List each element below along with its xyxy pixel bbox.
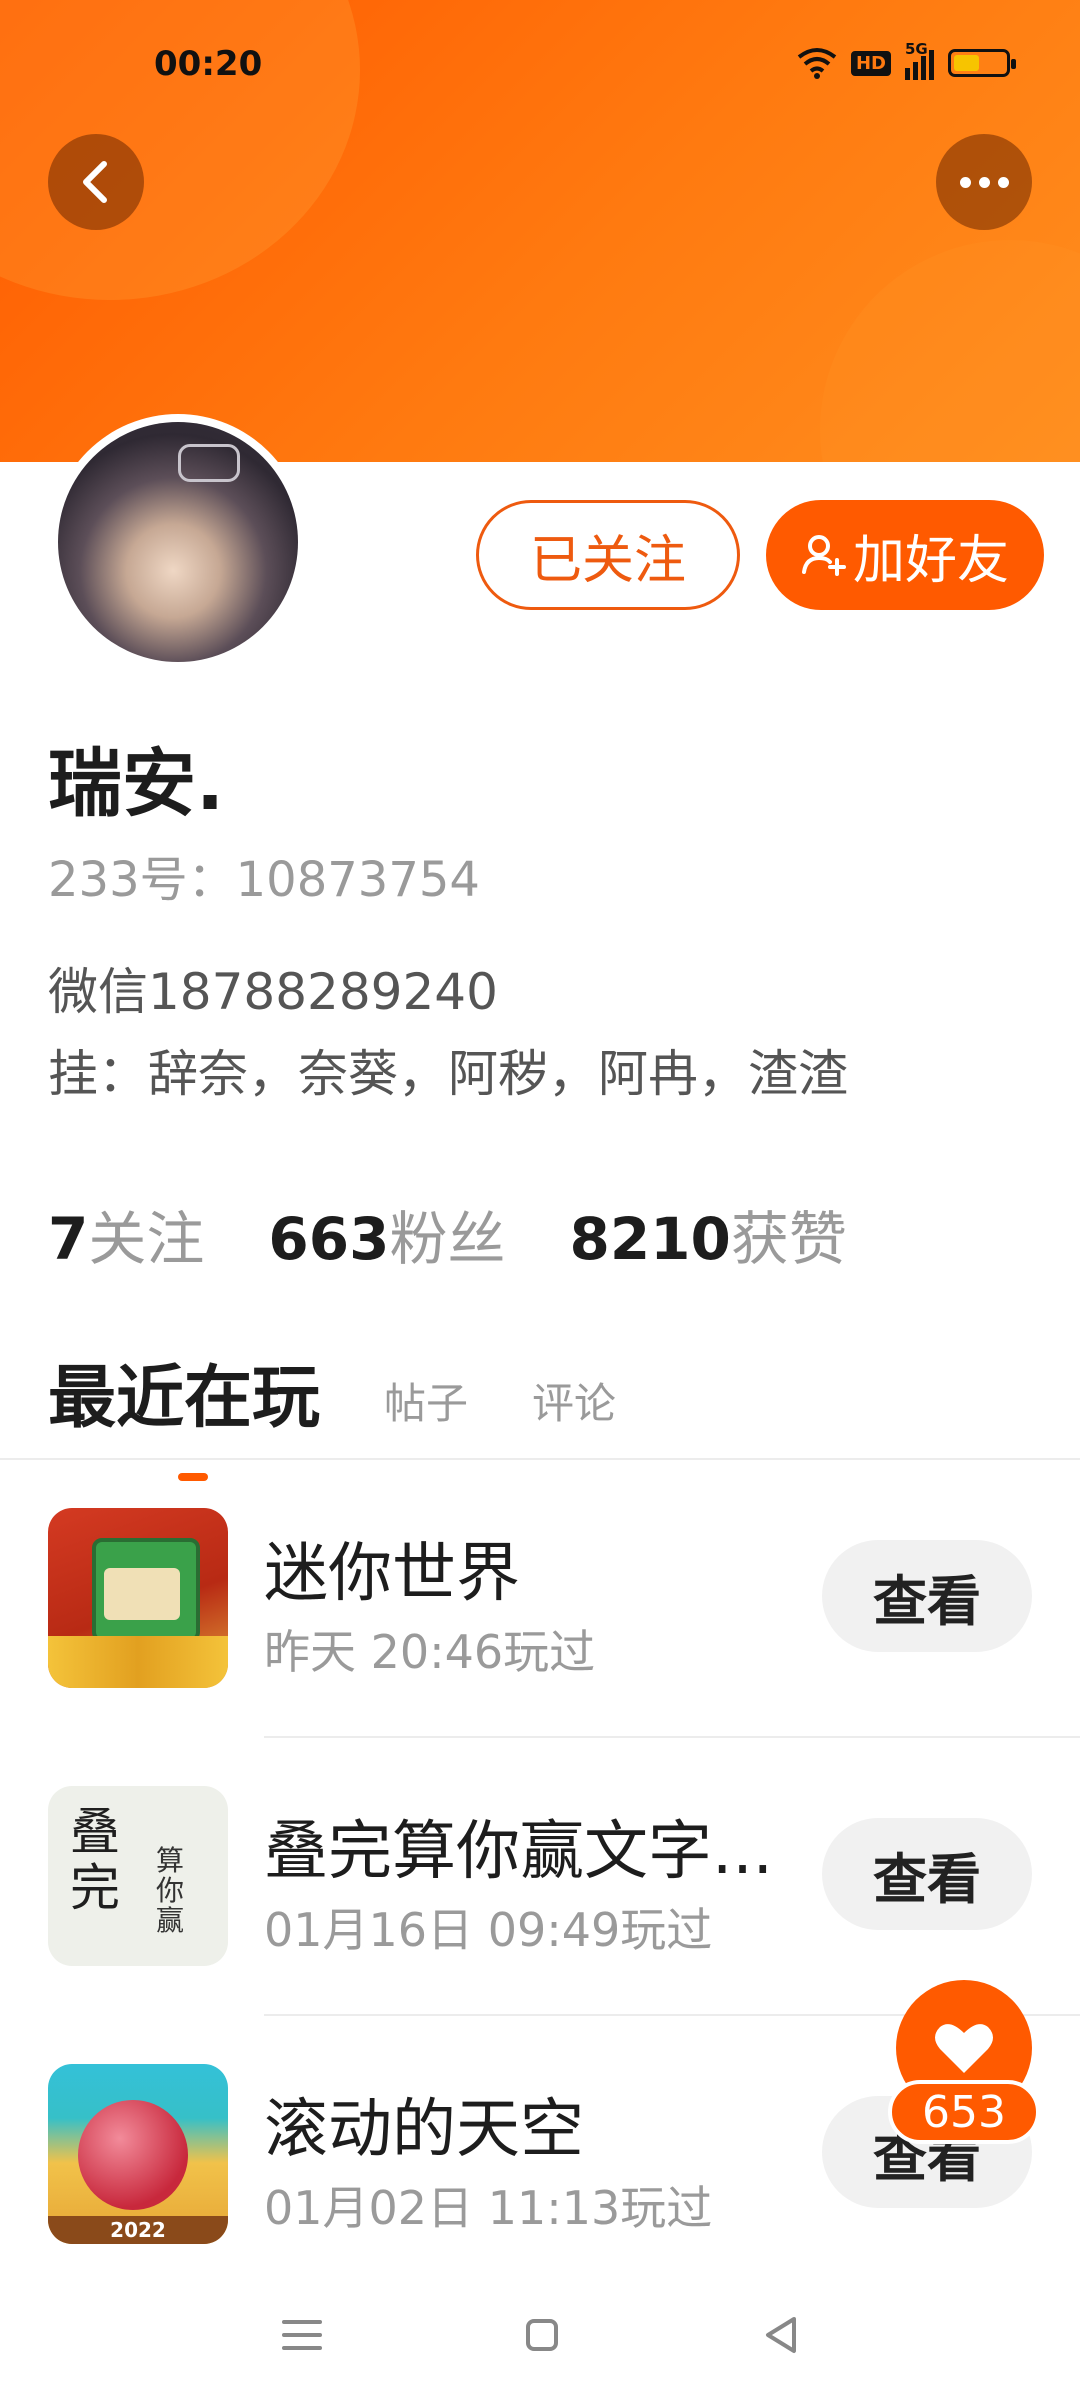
- battery-icon: [948, 49, 1016, 77]
- profile-tabs: 最近在玩 帖子 评论: [48, 1342, 616, 1481]
- game-name: 叠完算你赢文字...: [264, 1815, 774, 1889]
- tab-label: 最近在玩: [48, 1359, 321, 1438]
- followed-label: 已关注: [529, 530, 686, 591]
- game-list-item[interactable]: 迷你世界 昨天 20:46玩过 查看: [0, 1460, 1080, 1738]
- stat-following[interactable]: 7关注: [48, 1192, 204, 1276]
- view-button[interactable]: 查看: [822, 1540, 1032, 1652]
- game-icon-stack-puzzle: 叠完 算你赢: [48, 1786, 228, 1966]
- more-button[interactable]: [936, 134, 1032, 230]
- wifi-icon: [797, 48, 837, 79]
- username: 瑞安.: [48, 741, 225, 827]
- network-type: 5G: [905, 40, 928, 58]
- status-time: 00:20: [154, 44, 263, 84]
- like-count-badge: 653: [888, 2080, 1040, 2144]
- game-icon-mini-world: [48, 1508, 228, 1688]
- stat-value: 8210: [569, 1205, 731, 1273]
- stat-label: 粉丝: [389, 1205, 506, 1273]
- hd-badge: HD: [850, 50, 891, 76]
- bio-line-2: 挂：辞奈，奈葵，阿秽，阿冉，渣渣: [48, 1045, 848, 1103]
- stat-label: 获赞: [730, 1205, 847, 1273]
- game-name: 滚动的天空: [264, 2093, 584, 2167]
- add-friend-label: 加好友: [852, 530, 1009, 591]
- bio-line-1: 微信18788289240: [48, 963, 498, 1021]
- icon-year: 2022: [48, 2216, 228, 2244]
- game-last-played: 01月02日 11:13玩过: [264, 2181, 713, 2235]
- heart-icon: [935, 2024, 993, 2073]
- add-friend-button[interactable]: 加好友: [766, 500, 1044, 610]
- add-person-icon: [801, 535, 846, 576]
- signal-icon: 5G: [905, 40, 934, 80]
- followed-button[interactable]: 已关注: [476, 500, 740, 610]
- status-bar: 00:20 HD 5G: [0, 0, 1080, 130]
- tab-posts[interactable]: 帖子: [384, 1370, 468, 1441]
- icon-text-small: 算你赢: [156, 1844, 185, 1937]
- stat-value: 663: [268, 1205, 390, 1273]
- user-id: 233号：10873754: [48, 852, 480, 908]
- more-dots-icon: [959, 176, 1009, 188]
- game-last-played: 01月16日 09:49玩过: [264, 1903, 713, 1957]
- profile-stats: 7关注 663粉丝 8210获赞: [48, 1192, 847, 1276]
- game-list-item[interactable]: 叠完 算你赢 叠完算你赢文字... 01月16日 09:49玩过 查看: [0, 1738, 1080, 2016]
- view-button[interactable]: 查看: [822, 1818, 1032, 1930]
- back-arrow-icon: [83, 161, 107, 203]
- system-nav-bar: [0, 2270, 1080, 2400]
- stat-value: 7: [48, 1205, 89, 1273]
- game-name: 迷你世界: [264, 1537, 520, 1611]
- home-icon[interactable]: [526, 2319, 558, 2351]
- back-triangle-icon[interactable]: [762, 2315, 798, 2355]
- stat-likes[interactable]: 8210获赞: [569, 1192, 846, 1276]
- icon-text-big: 叠完: [70, 1803, 120, 1917]
- avatar[interactable]: [50, 414, 306, 670]
- back-button[interactable]: [48, 134, 144, 230]
- tab-comments[interactable]: 评论: [532, 1370, 616, 1441]
- tab-recently-played[interactable]: 最近在玩: [48, 1342, 321, 1481]
- stat-label: 关注: [88, 1205, 205, 1273]
- game-last-played: 昨天 20:46玩过: [264, 1625, 596, 1679]
- stat-fans[interactable]: 663粉丝: [268, 1192, 505, 1276]
- menu-icon[interactable]: [282, 2320, 322, 2350]
- game-icon-rolling-sky: 2022: [48, 2064, 228, 2244]
